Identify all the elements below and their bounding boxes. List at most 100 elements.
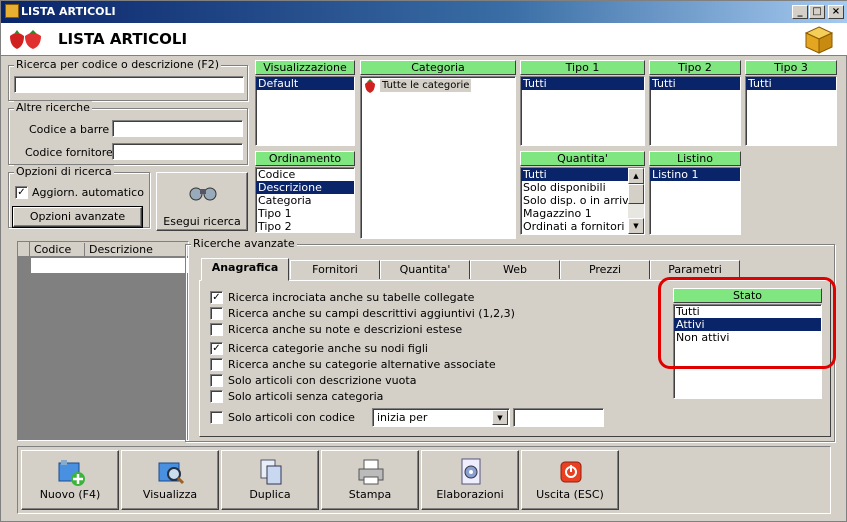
duplicate-button[interactable]: Duplica [221, 450, 319, 510]
code-mode-select[interactable]: inizia per ▼ [372, 408, 510, 427]
cross-search-checkbox[interactable]: ✓ [210, 291, 223, 304]
list-item[interactable]: Categoria [256, 194, 354, 207]
print-button-label: Stampa [348, 488, 392, 501]
list-item[interactable]: Descrizione [256, 181, 354, 194]
tab-anagrafica[interactable]: Anagrafica [201, 258, 289, 281]
exit-button[interactable]: Uscita (ESC) [521, 450, 619, 510]
tab-fornitori[interactable]: Fornitori [290, 260, 380, 279]
quantita-scrollbar[interactable]: ▲ ▼ [628, 168, 644, 234]
tipo1-header: Tipo 1 [520, 60, 645, 75]
listino-header: Listino [649, 151, 741, 166]
new-button-label: Nuovo (F4) [39, 488, 101, 501]
duplicate-button-label: Duplica [249, 488, 291, 501]
app-icon [5, 4, 19, 18]
gear-document-icon [461, 458, 481, 485]
maximize-button[interactable]: □ [809, 5, 825, 19]
tipo3-header: Tipo 3 [745, 60, 837, 75]
grid-column-header[interactable]: Descrizione [86, 243, 186, 256]
power-icon [560, 461, 582, 483]
tipo1-list[interactable]: Tutti [520, 76, 645, 146]
tipo2-list[interactable]: Tutti [649, 76, 741, 146]
list-item[interactable]: Listino 1 [650, 168, 740, 181]
supplier-code-label: Codice fornitore : [25, 146, 121, 159]
category-node-label: Tutte le categorie [380, 79, 472, 92]
list-item[interactable]: Tipo 2 [256, 220, 354, 232]
with-code-label: Solo articoli con codice [228, 411, 355, 424]
visualizzazione-list[interactable]: Default [255, 76, 355, 146]
barcode-input[interactable] [112, 120, 243, 137]
highlight-annotation [658, 277, 836, 369]
no-category-checkbox[interactable] [210, 390, 223, 403]
strawberry-logo-icon [10, 30, 41, 49]
notes-label: Ricerca anche su note e descrizioni este… [228, 323, 463, 336]
search-options-legend: Opzioni di ricerca [14, 165, 114, 178]
new-item-icon [58, 460, 85, 486]
processing-button[interactable]: Elaborazioni [421, 450, 519, 510]
list-item[interactable]: Tutti [746, 77, 836, 90]
close-button[interactable]: × [828, 5, 844, 19]
with-code-checkbox[interactable] [210, 411, 223, 424]
extra-fields-checkbox[interactable] [210, 307, 223, 320]
list-item[interactable]: Default [256, 77, 354, 90]
ordinamento-list[interactable]: Codice Descrizione Categoria Tipo 1 Tipo… [255, 167, 355, 233]
categoria-tree[interactable]: Tutte le categorie [360, 76, 516, 239]
tab-prezzi[interactable]: Prezzi [560, 260, 650, 279]
view-button-label: Visualizza [142, 488, 198, 501]
tipo1-panel: Tipo 1 Tutti [520, 60, 645, 146]
list-item[interactable]: Codice [256, 168, 354, 181]
page-title: LISTA ARTICOLI [58, 30, 188, 48]
advanced-search-legend: Ricerche avanzate [191, 237, 297, 250]
row-indicator-column [18, 242, 30, 257]
list-item[interactable]: Ordinati a fornitori [521, 220, 628, 233]
scroll-down-arrow-icon[interactable]: ▼ [628, 218, 644, 234]
code-value-input[interactable] [513, 408, 604, 427]
notes-checkbox[interactable] [210, 323, 223, 336]
scroll-up-arrow-icon[interactable]: ▲ [628, 168, 644, 184]
run-search-label: Esegui ricerca [163, 215, 241, 228]
grid-empty-row[interactable] [31, 258, 188, 273]
view-button[interactable]: Visualizza [121, 450, 219, 510]
title-bar: LISTA ARTICOLI _ □ × [1, 1, 847, 23]
binoculars-icon [189, 187, 217, 201]
list-item[interactable]: Tutti [650, 77, 740, 90]
run-search-button[interactable]: Esegui ricerca [156, 172, 248, 231]
ordinamento-panel: Ordinamento Codice Descrizione Categoria… [255, 151, 355, 233]
other-search-legend: Altre ricerche [14, 101, 92, 114]
supplier-code-input[interactable] [112, 143, 243, 160]
dropdown-arrow-icon[interactable]: ▼ [492, 410, 508, 425]
visualizzazione-panel: Visualizzazione Default [255, 60, 355, 146]
search-group-legend: Ricerca per codice o descrizione (F2) [14, 58, 222, 71]
exit-button-label: Uscita (ESC) [536, 488, 604, 501]
list-item[interactable]: Tutti [521, 168, 628, 181]
results-grid[interactable]: Codice Descrizione [17, 241, 189, 441]
quantita-panel: Quantita' Tutti Solo disponibili Solo di… [520, 151, 645, 235]
minimize-button[interactable]: _ [792, 5, 808, 19]
print-button[interactable]: Stampa [321, 450, 419, 510]
list-item[interactable]: Tutti [521, 77, 644, 90]
auto-update-checkbox[interactable]: ✓ [15, 186, 28, 199]
list-item[interactable]: Solo disponibili [521, 181, 628, 194]
listino-list[interactable]: Listino 1 [649, 167, 741, 235]
tab-quantita[interactable]: Quantita' [380, 260, 470, 279]
tab-web[interactable]: Web [470, 260, 560, 279]
new-button[interactable]: Nuovo (F4) [21, 450, 119, 510]
alt-categories-label: Ricerca anche su categorie alternative a… [228, 358, 496, 371]
grid-column-header[interactable]: Codice [31, 243, 85, 256]
processing-button-label: Elaborazioni [436, 488, 504, 501]
search-input[interactable] [14, 76, 244, 93]
child-nodes-checkbox[interactable]: ✓ [210, 342, 223, 355]
alt-categories-checkbox[interactable] [210, 358, 223, 371]
advanced-options-button[interactable]: Opzioni avanzate [12, 206, 143, 228]
strawberry-icon [365, 79, 375, 93]
scroll-thumb[interactable] [628, 184, 644, 204]
tipo3-list[interactable]: Tutti [745, 76, 837, 146]
list-item[interactable]: Solo disp. o in arrivo [521, 194, 635, 207]
tipo2-header: Tipo 2 [649, 60, 741, 75]
empty-description-label: Solo articoli con descrizione vuota [228, 374, 417, 387]
empty-description-checkbox[interactable] [210, 374, 223, 387]
quantita-list[interactable]: Tutti Solo disponibili Solo disp. o in a… [520, 167, 645, 235]
list-item[interactable]: Tipo 1 [256, 207, 354, 220]
tipo2-panel: Tipo 2 Tutti [649, 60, 741, 146]
code-mode-value: inizia per [377, 411, 428, 424]
list-item[interactable]: Magazzino 1 [521, 207, 628, 220]
